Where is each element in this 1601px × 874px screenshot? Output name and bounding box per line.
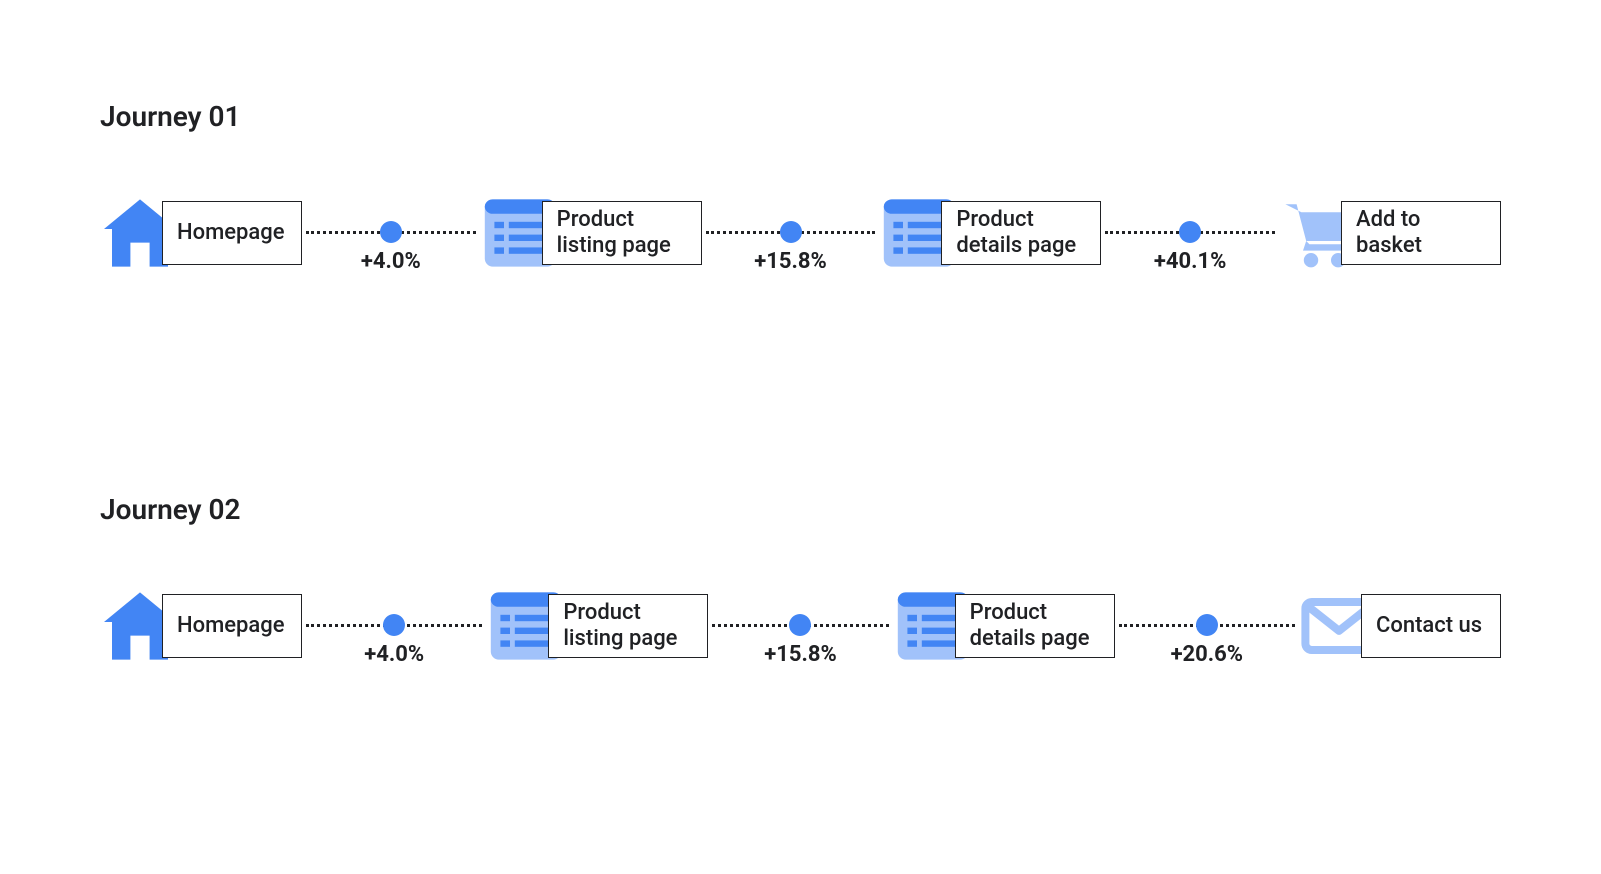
connector: +40.1%: [1105, 193, 1275, 273]
journey-title: Journey 01: [100, 100, 1501, 133]
step-contact-us: Contact us: [1299, 586, 1501, 666]
connector-dot-icon: [383, 614, 405, 636]
step-product-listing: Product listing page: [486, 586, 708, 666]
journey-flow: Homepage +4.0% Product listing p: [100, 173, 1501, 293]
connector: +4.0%: [306, 193, 476, 273]
step-homepage: Homepage: [100, 586, 302, 666]
step-label: Homepage: [162, 594, 302, 658]
step-label: Homepage: [162, 201, 302, 265]
step-label: Product listing page: [542, 201, 702, 265]
connector-dot-icon: [780, 221, 802, 243]
connector-dot-icon: [1179, 221, 1201, 243]
connector-value: +15.8%: [754, 249, 827, 274]
connector: +15.8%: [712, 586, 888, 666]
connector-dot-icon: [1196, 614, 1218, 636]
journey-01: Journey 01 Homepage +4.0%: [100, 100, 1501, 293]
connector-dot-icon: [380, 221, 402, 243]
journey-02: Journey 02 Homepage +4.0%: [100, 493, 1501, 686]
connector-value: +40.1%: [1154, 249, 1227, 274]
connector-value: +4.0%: [364, 642, 424, 667]
step-product-listing: Product listing page: [480, 193, 702, 273]
step-product-details: Product details page: [879, 193, 1101, 273]
connector: +4.0%: [306, 586, 482, 666]
connector-value: +4.0%: [361, 249, 421, 274]
step-homepage: Homepage: [100, 193, 302, 273]
journey-flow: Homepage +4.0% Product listing p: [100, 566, 1501, 686]
connector: +15.8%: [706, 193, 876, 273]
step-label: Product details page: [955, 594, 1115, 658]
step-label: Product details page: [941, 201, 1101, 265]
connector: +20.6%: [1119, 586, 1295, 666]
connector-dot-icon: [789, 614, 811, 636]
step-add-to-basket: Add to basket: [1279, 193, 1501, 273]
step-label: Add to basket: [1341, 201, 1501, 265]
journey-title: Journey 02: [100, 493, 1501, 526]
connector-value: +20.6%: [1171, 642, 1244, 667]
step-product-details: Product details page: [893, 586, 1115, 666]
connector-value: +15.8%: [764, 642, 837, 667]
step-label: Contact us: [1361, 594, 1501, 658]
step-label: Product listing page: [548, 594, 708, 658]
